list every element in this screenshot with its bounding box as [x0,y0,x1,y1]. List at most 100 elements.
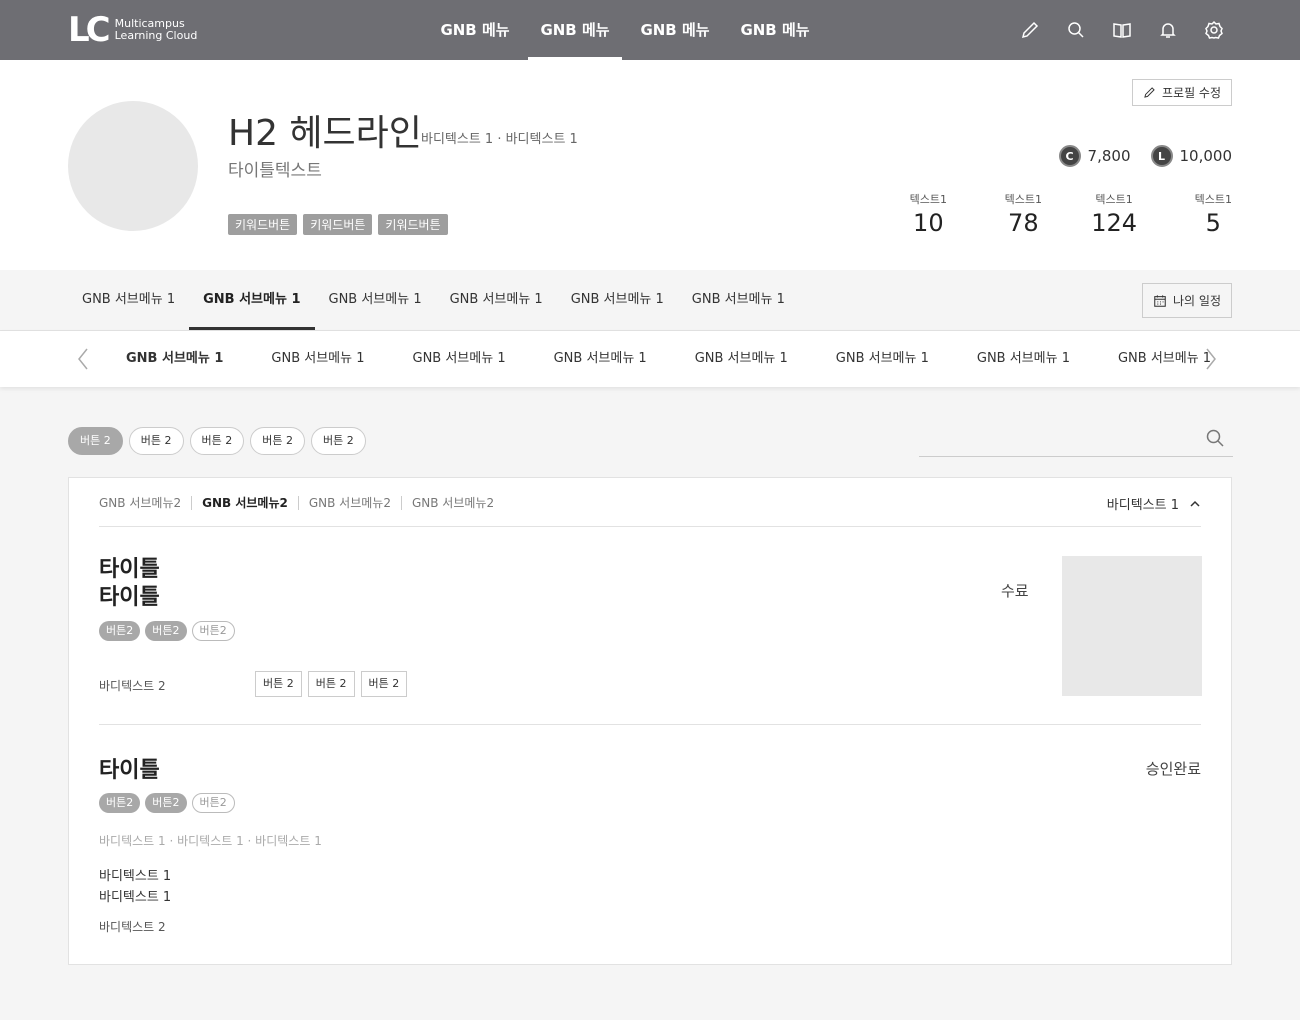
sub-nav-item[interactable]: GNB 서브메뉴 1 [315,270,436,330]
sort-label: 바디텍스트 1 [1106,498,1179,513]
sub-nav-item-active[interactable]: GNB 서브메뉴 1 [189,270,315,330]
sub-nav-secondary-item[interactable]: GNB 서브메뉴 1 [822,331,943,387]
chevron-left-icon[interactable] [76,347,90,371]
sub-nav-item[interactable]: GNB 서브메뉴 1 [436,270,557,330]
point-l-badge: L [1150,145,1173,167]
content-panel: GNB 서브메뉴2 GNB 서브메뉴2 GNB 서브메뉴2 GNB 서브메뉴2 … [68,477,1232,965]
panel-tabs: GNB 서브메뉴2 GNB 서브메뉴2 GNB 서브메뉴2 GNB 서브메뉴2 [99,496,504,510]
gnb-menu-item[interactable]: GNB 메뉴 [428,0,522,60]
card-buttons: 버튼 2 버튼 2 버튼 2 [255,671,413,697]
edit-profile-label: 프로필 수정 [1161,86,1221,100]
card-button[interactable]: 버튼 2 [255,671,302,697]
book-icon[interactable] [1110,18,1134,42]
chip-outline[interactable]: 버튼2 [191,621,235,641]
sub-nav-item[interactable]: GNB 서브메뉴 1 [68,270,189,330]
chip[interactable]: 버튼2 [99,621,141,641]
gnb-menu-item[interactable]: GNB 메뉴 [728,0,822,60]
search-icon[interactable] [1205,428,1225,452]
filter-chip[interactable]: 버튼 2 [311,427,366,455]
card-button[interactable]: 버튼 2 [307,671,355,697]
sub-nav-secondary-item[interactable]: GNB 서브메뉴 1 [257,331,378,387]
filter-chip[interactable]: 버튼 2 [250,427,305,455]
gear-icon[interactable] [1202,18,1226,42]
keyword-button[interactable]: 키워드버튼 [378,214,448,235]
filter-chip[interactable]: 버튼 2 [189,427,245,455]
filter-chips: 버튼 2 버튼 2 버튼 2 버튼 2 버튼 2 [68,427,372,455]
chevron-right-icon[interactable] [1204,347,1218,371]
sub-nav-secondary: GNB 서브메뉴 1 GNB 서브메뉴 1 GNB 서브메뉴 1 GNB 서브메… [0,331,1300,387]
panel-tab[interactable]: GNB 서브메뉴2 [297,496,401,510]
pencil-icon [1144,87,1155,98]
keyword-list: 키워드버튼 키워드버튼 키워드버튼 [228,214,454,235]
point-c-value: 7,800 [1087,147,1131,165]
stat-label: 텍스트1 [1095,193,1133,206]
calendar-icon [1154,294,1166,307]
point-c: C 7,800 [1058,145,1131,167]
chip-outline[interactable]: 버튼2 [191,793,235,813]
sub-nav-secondary-item[interactable]: GNB 서브메뉴 1 [681,331,802,387]
stat-label: 텍스트1 [1004,193,1042,206]
card-title: 타이틀 [99,758,160,783]
gnb-icons [996,18,1226,42]
points: C 7,800 L 10,000 [1039,145,1232,167]
sub-nav-secondary-item[interactable]: GNB 서브메뉴 1 [399,331,520,387]
sub-nav: GNB 서브메뉴 1 GNB 서브메뉴 1 GNB 서브메뉴 1 GNB 서브메… [0,270,1300,331]
panel-tab[interactable]: GNB 서브메뉴2 [400,496,504,510]
sub-nav-secondary-items: GNB 서브메뉴 1 GNB 서브메뉴 1 GNB 서브메뉴 1 GNB 서브메… [112,331,1245,387]
card-body-text: 바디텍스트 2 [99,679,166,693]
gnb-menu: GNB 메뉴 GNB 메뉴 GNB 메뉴 GNB 메뉴 [428,0,828,60]
status-text: 승인완료 [1145,760,1201,778]
card-body-text: 바디텍스트 1 [99,890,172,905]
filter-chip[interactable]: 버튼 2 [128,427,184,455]
card-title-line1: 타이틀 [99,557,160,582]
stat-value: 124 [1091,209,1137,237]
profile-name-sub: 바디텍스트 1 · 바디텍스트 1 [421,132,578,147]
my-schedule-button[interactable]: 나의 일정 [1142,283,1232,318]
chip[interactable]: 버튼2 [145,621,187,641]
profile-section: H2 헤드라인 바디텍스트 1 · 바디텍스트 1 타이틀텍스트 키워드버튼 키… [0,60,1300,270]
keyword-button[interactable]: 키워드버튼 [303,214,373,235]
thumbnail [1062,556,1202,696]
chip[interactable]: 버튼2 [99,793,141,813]
stat-item: 텍스트1 78 [947,191,1042,237]
sub-nav-secondary-item[interactable]: GNB 서브메뉴 1 [540,331,661,387]
divider [99,724,1201,725]
profile-name: H2 헤드라인 [228,113,422,154]
gnb-menu-item[interactable]: GNB 메뉴 [628,0,722,60]
stat-label: 텍스트1 [1194,193,1232,206]
logo-line2: Learning Cloud [114,29,198,42]
sort-dropdown[interactable]: 바디텍스트 1 [1107,494,1201,513]
panel-tab-active[interactable]: GNB 서브메뉴2 [191,496,298,510]
point-l: L 10,000 [1150,145,1233,167]
bell-icon[interactable] [1156,18,1180,42]
filter-chip-active[interactable]: 버튼 2 [68,427,123,455]
divider [99,526,1201,527]
search-icon[interactable] [1064,18,1088,42]
sub-nav-item[interactable]: GNB 서브메뉴 1 [678,270,799,330]
sub-nav-item[interactable]: GNB 서브메뉴 1 [557,270,678,330]
point-l-value: 10,000 [1179,147,1233,165]
gnb-menu-item-active[interactable]: GNB 메뉴 [528,0,622,60]
logo-mark: LC [68,10,111,50]
card-title-line2: 타이틀 [99,585,160,610]
logo[interactable]: LC Multicampus Learning Cloud [68,10,198,50]
sub-nav-secondary-item[interactable]: GNB 서브메뉴 1 [963,331,1084,387]
pencil-icon[interactable] [1018,18,1042,42]
card-chips: 버튼2 버튼2 버튼2 [99,793,240,813]
stats: 텍스트1 10 텍스트1 78 텍스트1 124 텍스트1 5 [852,191,1232,237]
card-chips: 버튼2 버튼2 버튼2 [99,621,240,641]
card-meta: 바디텍스트 1 · 바디텍스트 1 · 바디텍스트 1 [99,834,322,848]
avatar [68,101,198,231]
chip[interactable]: 버튼2 [145,793,187,813]
stat-value: 78 [1008,209,1039,237]
search-input[interactable] [919,420,1189,456]
sub-nav-secondary-item-active[interactable]: GNB 서브메뉴 1 [112,331,237,387]
edit-profile-button[interactable]: 프로필 수정 [1131,79,1232,106]
stat-label: 텍스트1 [909,193,947,206]
card-button[interactable]: 버튼 2 [360,671,408,697]
stat-item: 텍스트1 10 [852,191,947,237]
search-box [919,420,1233,457]
keyword-button[interactable]: 키워드버튼 [228,214,298,235]
panel-tab[interactable]: GNB 서브메뉴2 [99,496,191,510]
stat-value: 5 [1205,209,1221,237]
